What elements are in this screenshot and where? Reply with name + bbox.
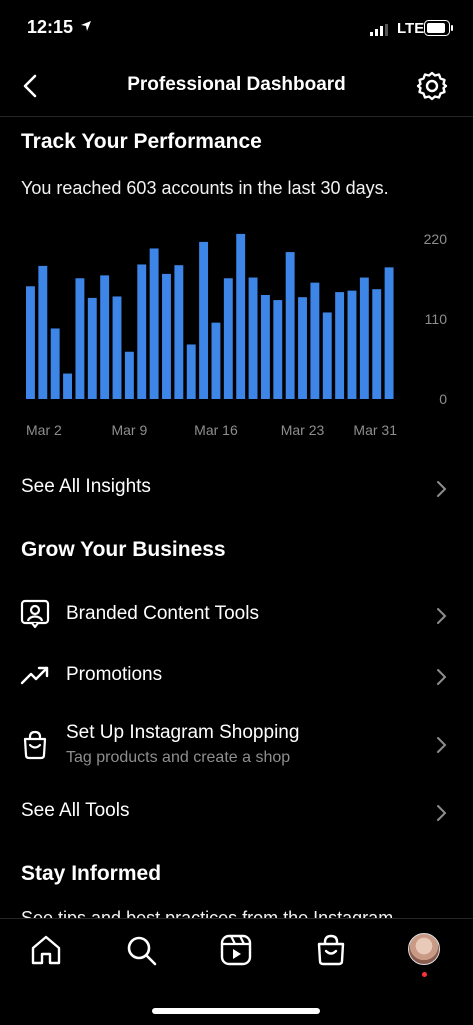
- chart-bar: [137, 264, 147, 399]
- location-arrow-icon: [81, 21, 91, 31]
- chart-bar: [260, 295, 270, 399]
- chart-bar: [50, 328, 60, 399]
- chart-bar: [174, 265, 184, 399]
- chart-bar: [112, 296, 122, 399]
- y-tick-label: 0: [439, 391, 447, 407]
- chart-bar: [75, 278, 85, 399]
- battery-icon: [424, 20, 453, 36]
- chart-bar: [63, 373, 73, 399]
- reach-bar-chart: 220 110 0 Mar 2 Mar 9 Mar 16 Mar 23 Mar 31: [26, 231, 448, 438]
- chart-bar: [236, 233, 246, 399]
- signal-icon: [370, 24, 388, 36]
- notification-dot: [422, 972, 427, 977]
- chart-bar: [199, 241, 209, 399]
- home-icon[interactable]: [29, 933, 63, 967]
- x-tick-label: Mar 31: [353, 422, 397, 438]
- chart-bar: [162, 273, 171, 399]
- reels-icon[interactable]: [219, 933, 253, 967]
- grow-heading: Grow Your Business: [21, 538, 226, 561]
- chart-bar: [347, 290, 357, 399]
- chevron-right-icon: [437, 669, 447, 685]
- see-all-tools-label: See All Tools: [21, 800, 130, 821]
- chart-bar: [322, 312, 332, 399]
- chart-bar: [273, 300, 283, 399]
- page-title: Professional Dashboard: [127, 74, 346, 95]
- branded-content-icon: [20, 599, 50, 629]
- chart-bar: [285, 252, 295, 399]
- chevron-right-icon: [437, 608, 447, 624]
- chart-bar: [26, 286, 35, 399]
- y-tick-label: 110: [425, 311, 448, 327]
- chart-bar: [38, 265, 48, 399]
- performance-heading: Track Your Performance: [21, 130, 262, 153]
- instagram-shopping-sublabel: Tag products and create a shop: [66, 749, 291, 766]
- see-all-tools-row[interactable]: See All Tools: [0, 800, 473, 846]
- chevron-right-icon: [437, 737, 447, 753]
- nav-header: Professional Dashboard: [0, 58, 473, 117]
- search-icon[interactable]: [124, 933, 158, 967]
- instagram-shopping-row[interactable]: Set Up Instagram Shopping Tag products a…: [0, 722, 473, 772]
- chart-bar: [87, 297, 97, 399]
- informed-heading: Stay Informed: [21, 862, 162, 885]
- branded-content-row[interactable]: Branded Content Tools: [0, 599, 473, 649]
- x-tick-label: Mar 2: [26, 422, 62, 438]
- x-tick-label: Mar 16: [194, 422, 238, 438]
- chart-bar: [100, 275, 110, 399]
- chart-bar: [211, 322, 221, 399]
- x-tick-label: Mar 23: [281, 422, 325, 438]
- status-bar: 12:15 LTE: [0, 0, 473, 58]
- branded-content-label: Branded Content Tools: [66, 603, 259, 624]
- status-time: 12:15: [27, 17, 74, 37]
- gear-icon[interactable]: [416, 70, 448, 102]
- network-type: LTE: [397, 20, 425, 37]
- home-indicator: [152, 1008, 320, 1014]
- shop-icon[interactable]: [314, 933, 348, 967]
- chart-bar: [298, 297, 307, 399]
- instagram-shopping-label: Set Up Instagram Shopping: [66, 722, 300, 743]
- chart-bar: [186, 344, 196, 399]
- see-all-insights-label: See All Insights: [21, 476, 151, 497]
- see-all-insights-row[interactable]: See All Insights: [0, 476, 473, 522]
- chart-bar: [372, 289, 382, 399]
- promotions-label: Promotions: [66, 664, 163, 685]
- chart-bar: [310, 282, 320, 399]
- chevron-right-icon: [437, 481, 447, 497]
- trending-up-icon: [20, 666, 49, 685]
- chevron-right-icon: [437, 805, 447, 821]
- reach-summary: You reached 603 accounts in the last 30 …: [21, 178, 389, 198]
- shopping-bag-icon: [23, 730, 47, 760]
- y-tick-label: 220: [424, 231, 448, 247]
- x-tick-label: Mar 9: [111, 422, 147, 438]
- chart-bar: [124, 351, 134, 399]
- promotions-row[interactable]: Promotions: [0, 664, 473, 710]
- chart-bar: [359, 277, 369, 399]
- chart-bar: [384, 267, 394, 399]
- chart-bar: [149, 248, 159, 399]
- chart-bar: [335, 292, 345, 399]
- profile-avatar[interactable]: [408, 933, 440, 965]
- chart-bar: [223, 278, 233, 399]
- chart-bar: [248, 277, 258, 399]
